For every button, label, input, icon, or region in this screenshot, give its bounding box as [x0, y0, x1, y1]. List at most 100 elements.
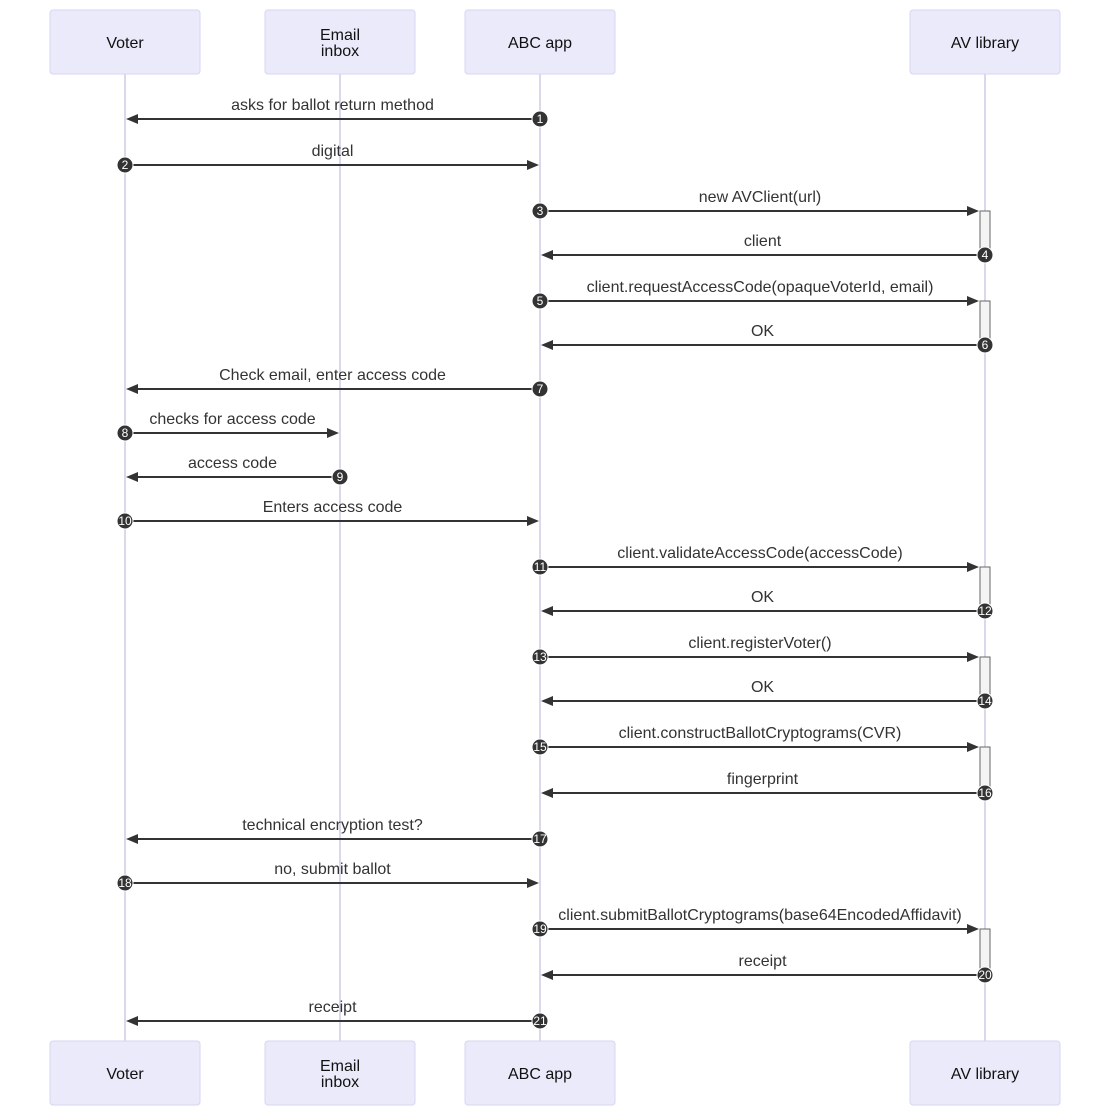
sequence-number: 13: [533, 650, 547, 664]
actor-top-abc: ABC app: [464, 9, 616, 75]
message-4: client 4: [541, 233, 994, 264]
arrowhead-icon: [527, 160, 539, 170]
arrowhead-icon: [126, 114, 138, 124]
actor-bottom-abc: ABC app: [464, 1040, 616, 1106]
sequence-number: 2: [122, 158, 129, 172]
message-label: Check email, enter access code: [219, 367, 446, 384]
message-label: receipt: [308, 999, 357, 1016]
arrowhead-icon: [541, 606, 553, 616]
sequence-number: 4: [982, 248, 989, 262]
arrowhead-icon: [967, 206, 979, 216]
actor-top-voter: Voter: [49, 9, 201, 75]
message-9: access code 9: [126, 455, 349, 486]
arrowhead-icon: [541, 788, 553, 798]
actor-label: Email: [320, 1058, 360, 1075]
message-7: Check email, enter access code 7: [126, 367, 549, 398]
arrowhead-icon: [967, 652, 979, 662]
message-1: asks for ballot return method 1: [126, 97, 549, 128]
arrowhead-icon: [126, 1016, 138, 1026]
actor-bottom-av: AV library: [909, 1040, 1061, 1106]
actor-top-av: AV library: [909, 9, 1061, 75]
arrowhead-icon: [541, 970, 553, 980]
message-13: client.registerVoter() 13: [531, 635, 979, 666]
actor-label: AV library: [951, 35, 1019, 52]
message-label: fingerprint: [727, 771, 799, 788]
arrowhead-icon: [126, 472, 138, 482]
sequence-number: 3: [537, 204, 544, 218]
message-label: client.constructBallotCryptograms(CVR): [619, 725, 902, 742]
actor-label: Email: [320, 27, 360, 44]
message-10: Enters access code 10: [116, 499, 539, 530]
actor-label: Voter: [106, 1066, 144, 1083]
message-label: no, submit ballot: [274, 861, 391, 878]
sequence-number: 18: [118, 876, 132, 890]
message-label: client.validateAccessCode(accessCode): [617, 545, 902, 562]
arrowhead-icon: [967, 742, 979, 752]
sequence-number: 8: [122, 426, 129, 440]
message-label: new AVClient(url): [699, 189, 821, 206]
arrowhead-icon: [327, 428, 339, 438]
arrowhead-icon: [126, 384, 138, 394]
sequence-number: 20: [978, 968, 992, 982]
arrowhead-icon: [967, 296, 979, 306]
actors-top: Voter Emailinbox ABC app AV library: [49, 9, 1061, 75]
actors-bottom: Voter Emailinbox ABC app AV library: [49, 1040, 1061, 1106]
message-21: receipt 21: [126, 999, 549, 1030]
message-6: OK 6: [541, 323, 994, 354]
message-16: fingerprint 16: [541, 771, 994, 802]
message-2: digital 2: [116, 143, 539, 174]
sequence-number: 11: [534, 560, 547, 574]
message-11: client.validateAccessCode(accessCode) 11: [531, 545, 979, 576]
message-8: checks for access code 8: [116, 411, 339, 442]
message-label: OK: [751, 323, 774, 340]
sequence-number: 19: [533, 922, 547, 936]
sequence-number: 17: [533, 832, 547, 846]
arrowhead-icon: [527, 878, 539, 888]
actor-bottom-email: Emailinbox: [264, 1040, 416, 1106]
message-14: OK 14: [541, 679, 994, 710]
message-label: OK: [751, 679, 774, 696]
sequence-number: 7: [537, 382, 544, 396]
arrowhead-icon: [541, 696, 553, 706]
message-18: no, submit ballot 18: [116, 861, 539, 892]
sequence-number: 9: [337, 470, 344, 484]
message-label: access code: [188, 455, 277, 472]
message-label: digital: [312, 143, 354, 160]
message-label: OK: [751, 589, 774, 606]
message-15: client.constructBallotCryptograms(CVR) 15: [531, 725, 979, 756]
message-label: asks for ballot return method: [231, 97, 434, 114]
actor-label: ABC app: [508, 1066, 572, 1083]
actor-label: ABC app: [508, 35, 572, 52]
arrowhead-icon: [967, 562, 979, 572]
sequence-number: 6: [982, 338, 989, 352]
arrowhead-icon: [527, 516, 539, 526]
messages: asks for ballot return method 1 digital 2 ne…: [116, 97, 994, 1030]
arrowhead-icon: [967, 924, 979, 934]
message-label: client.requestAccessCode(opaqueVoterId, …: [587, 279, 934, 296]
message-17: technical encryption test? 17: [126, 817, 549, 848]
actor-bottom-voter: Voter: [49, 1040, 201, 1106]
arrowhead-icon: [541, 340, 553, 350]
message-label: technical encryption test?: [242, 817, 423, 834]
sequence-number: 14: [978, 694, 992, 708]
message-20: receipt 20: [541, 953, 994, 984]
sequence-number: 12: [978, 604, 992, 618]
sequence-number: 21: [533, 1014, 547, 1028]
sequence-number: 5: [537, 294, 544, 308]
message-label: client.registerVoter(): [688, 635, 831, 652]
message-12: OK 12: [541, 589, 994, 620]
message-19: client.submitBallotCryptograms(base64Enc…: [531, 907, 979, 938]
sequence-number: 10: [118, 514, 132, 528]
actor-label: AV library: [951, 1066, 1019, 1083]
message-label: client.submitBallotCryptograms(base64Enc…: [558, 907, 961, 924]
actor-label: Voter: [106, 35, 144, 52]
message-label: receipt: [738, 953, 787, 970]
message-5: client.requestAccessCode(opaqueVoterId, …: [531, 279, 979, 310]
actor-label: inbox: [321, 43, 359, 60]
sequence-number: 1: [537, 112, 544, 126]
message-label: checks for access code: [149, 411, 315, 428]
sequence-number: 16: [978, 786, 992, 800]
message-label: Enters access code: [263, 499, 403, 516]
arrowhead-icon: [126, 834, 138, 844]
message-label: client: [744, 233, 782, 250]
